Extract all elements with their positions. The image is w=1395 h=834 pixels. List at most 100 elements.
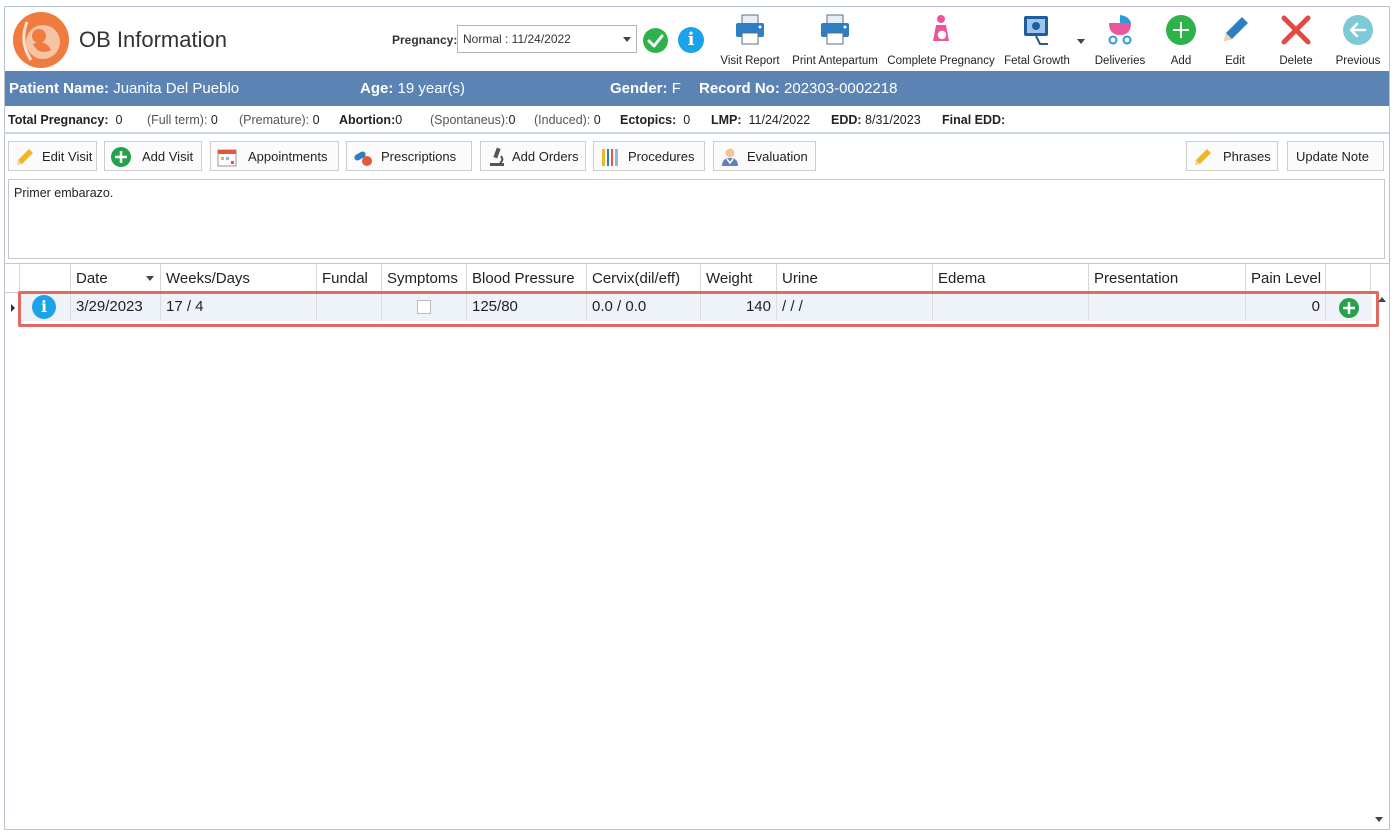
prescriptions-label: Prescriptions [381,149,457,164]
column-date[interactable]: Date [71,264,161,293]
edd: EDD: 8/31/2023 [831,113,921,127]
update-note-label: Update Note [1296,149,1369,164]
row-indicator-icon [11,304,15,312]
complete-pregnancy-button[interactable]: Complete Pregnancy [885,7,997,71]
app-title: OB Information [79,27,227,52]
delete-label: Delete [1279,55,1313,67]
deliveries-button[interactable]: Deliveries [1091,7,1149,71]
pregnancy-select-value: Normal : 11/24/2022 [463,32,571,46]
pregnancy-label: Pregnancy: [392,33,458,47]
print-antepartum-label: Print Antepartum [792,55,878,67]
add-orders-label: Add Orders [512,149,579,164]
printer-icon [821,14,849,45]
grid-header-indicator [5,264,20,293]
add-visit-button[interactable]: Add Visit [104,141,202,171]
edit-visit-label: Edit Visit [42,149,93,164]
info-icon[interactable]: i [678,27,704,53]
pregnancy-select[interactable]: Normal : 11/24/2022 [457,25,637,53]
close-icon [1281,15,1311,45]
grid-header: Date Weeks/Days Fundal Symptoms Blood Pr… [5,264,1371,293]
column-presentation[interactable]: Presentation [1089,264,1246,293]
abortion: Abortion:0 [339,113,403,127]
total-pregnancy: Total Pregnancy: 0 [8,113,123,127]
column-weeks-days[interactable]: Weeks/Days [161,264,317,293]
chevron-down-icon [623,37,631,42]
procedures-button[interactable]: Procedures [593,141,705,171]
pencil-icon [1195,149,1211,165]
procedures-label: Procedures [628,149,695,164]
update-note-button[interactable]: Update Note [1287,141,1384,171]
column-symptoms[interactable]: Symptoms [382,264,467,293]
full-term: (Full term): 0 [147,113,218,127]
evaluation-button[interactable]: Evaluation [713,141,816,171]
column-add [1326,264,1371,293]
fetal-growth-dropdown-icon[interactable] [1077,39,1085,44]
selected-row-highlight [18,291,1379,327]
microscope-icon [490,147,504,166]
prescriptions-button[interactable]: Prescriptions [346,141,472,171]
plus-circle-icon [1166,15,1196,45]
fetal-growth-label: Fetal Growth [1004,55,1070,67]
calendar-icon [217,149,237,167]
visit-report-button[interactable]: Visit Report [717,7,783,71]
previous-label: Previous [1335,55,1381,67]
column-pain-level[interactable]: Pain Level [1246,264,1326,293]
notes-text: Primer embarazo. [14,186,114,200]
induced: (Induced): 0 [534,113,601,127]
fetal-growth-button[interactable]: Fetal Growth [1001,7,1073,71]
add-label: Add [1170,55,1192,67]
spontaneus: (Spontaneus):0 [430,113,516,127]
ob-information-window: OB Information Pregnancy: Normal : 11/24… [4,6,1390,830]
premature: (Premature): 0 [239,113,320,127]
pregnancy-summary: Total Pregnancy: 0 (Full term): 0 (Prema… [5,106,1389,134]
pencil-icon [1224,17,1248,41]
column-blood-pressure[interactable]: Blood Pressure [467,264,587,293]
column-fundal[interactable]: Fundal [317,264,382,293]
previous-button[interactable]: Previous [1331,7,1385,71]
pregnancy-logo-icon [13,12,69,68]
plus-circle-icon [111,147,131,167]
instruments-icon [602,149,618,166]
appointments-button[interactable]: Appointments [210,141,339,171]
complete-pregnancy-label: Complete Pregnancy [887,55,995,67]
doctor-icon [722,148,738,166]
lmp: LMP: 11/24/2022 [711,113,811,127]
evaluation-label: Evaluation [747,149,808,164]
ectopics: Ectopics: 0 [620,113,691,127]
sort-caret-icon [146,276,154,281]
scroll-down-icon[interactable] [1375,817,1383,822]
column-urine[interactable]: Urine [777,264,933,293]
patient-bar: Patient Name: Juanita Del Pueblo Age: 19… [5,71,1389,106]
baby-stroller-icon [1108,15,1132,45]
notes-textarea[interactable]: Primer embarazo. [8,179,1385,259]
phrases-button[interactable]: Phrases [1186,141,1278,171]
delete-button[interactable]: Delete [1269,7,1323,71]
pills-icon [354,151,372,166]
add-button[interactable]: Add [1155,7,1207,71]
visits-grid: Date Weeks/Days Fundal Symptoms Blood Pr… [5,263,1389,829]
pregnant-woman-icon [933,15,949,41]
add-orders-button[interactable]: Add Orders [480,141,586,171]
patient-record: Record No: 202303-0002218 [699,80,898,97]
appointments-label: Appointments [248,149,328,164]
deliveries-label: Deliveries [1094,55,1146,67]
patient-age: Age: 19 year(s) [360,80,466,97]
patient-name: Patient Name: Juanita Del Pueblo [9,80,240,97]
scroll-up-icon[interactable] [1378,297,1386,302]
edit-visit-button[interactable]: Edit Visit [8,141,97,171]
final-edd: Final EDD: [942,113,1006,127]
edit-button[interactable]: Edit [1209,7,1261,71]
phrases-label: Phrases [1223,149,1271,164]
add-visit-label: Add Visit [142,149,194,164]
arrow-left-icon [1343,15,1373,45]
checkmark-icon[interactable] [643,28,668,53]
column-weight[interactable]: Weight [701,264,777,293]
column-edema[interactable]: Edema [933,264,1089,293]
grid-header-icon [20,264,71,293]
ultrasound-icon [1024,16,1048,45]
header: OB Information Pregnancy: Normal : 11/24… [5,7,1389,71]
print-antepartum-button[interactable]: Print Antepartum [787,7,883,71]
printer-icon [736,14,764,45]
column-cervix[interactable]: Cervix(dil/eff) [587,264,701,293]
pencil-icon [17,149,33,165]
